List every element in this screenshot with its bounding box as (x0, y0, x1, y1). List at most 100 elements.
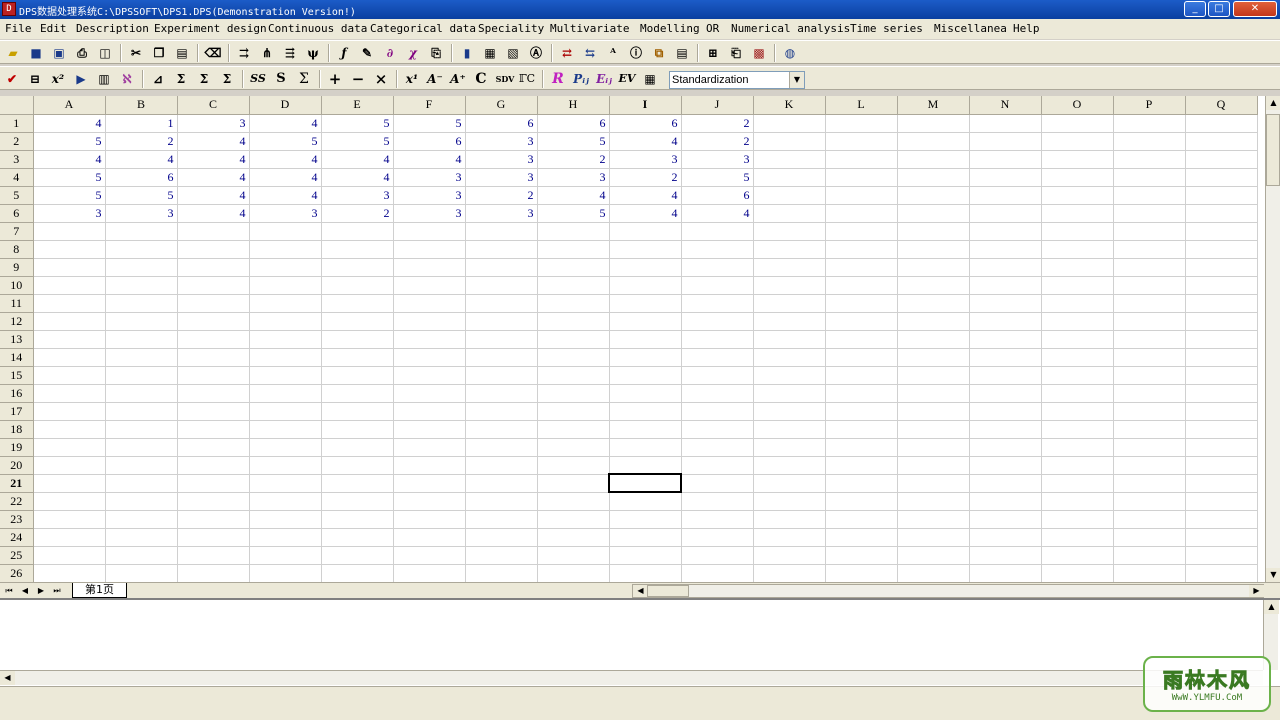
cell[interactable] (609, 330, 682, 349)
cell[interactable]: 2 (681, 132, 754, 151)
cell[interactable] (537, 258, 610, 277)
cell[interactable]: 3 (465, 204, 538, 223)
cell[interactable] (321, 528, 394, 547)
cell[interactable] (753, 366, 826, 385)
cell[interactable]: 3 (393, 168, 466, 187)
menu-modelling[interactable]: Modelling (640, 22, 700, 35)
cell[interactable] (753, 402, 826, 421)
cell[interactable] (537, 420, 610, 439)
row-header[interactable]: 5 (0, 186, 34, 205)
cell[interactable] (825, 474, 898, 493)
cell[interactable] (249, 546, 322, 565)
print-preview-icon[interactable]: ◫ (96, 44, 114, 62)
cell[interactable] (465, 402, 538, 421)
cell[interactable]: 4 (681, 204, 754, 223)
cell[interactable] (1185, 438, 1258, 457)
cell[interactable] (177, 312, 250, 331)
cell[interactable]: 4 (105, 150, 178, 169)
cell[interactable] (249, 348, 322, 367)
menu-multivariate[interactable]: Multivariate (550, 22, 629, 35)
cell[interactable] (177, 366, 250, 385)
cell[interactable] (609, 348, 682, 367)
cell[interactable] (897, 474, 970, 493)
cell[interactable] (969, 132, 1042, 151)
cell[interactable]: 2 (609, 168, 682, 187)
cell[interactable] (321, 294, 394, 313)
cell[interactable] (681, 474, 754, 493)
cell[interactable] (1041, 384, 1114, 403)
cell[interactable] (1185, 114, 1258, 133)
cell[interactable] (753, 276, 826, 295)
menu-help[interactable]: Help (1013, 22, 1040, 35)
ev-icon[interactable]: EV (618, 70, 636, 88)
branch-icon[interactable]: ψ (304, 44, 322, 62)
cell[interactable] (753, 348, 826, 367)
cell[interactable] (681, 384, 754, 403)
cell[interactable] (681, 564, 754, 582)
cell[interactable]: 4 (33, 150, 106, 169)
cell[interactable]: 5 (393, 114, 466, 133)
swap-rows-icon[interactable]: ⇄ (558, 44, 576, 62)
cell[interactable] (177, 456, 250, 475)
row-header[interactable]: 13 (0, 330, 34, 349)
c-icon[interactable]: C (472, 70, 490, 88)
cell[interactable] (609, 546, 682, 565)
cell[interactable] (321, 402, 394, 421)
cell[interactable] (393, 438, 466, 457)
scroll-left-icon[interactable]: ◀ (0, 671, 15, 685)
save-icon[interactable]: ■ (27, 44, 45, 62)
row-header[interactable]: 18 (0, 420, 34, 439)
table-chart-icon[interactable]: ▦ (481, 44, 499, 62)
scroll-thumb[interactable] (647, 585, 689, 597)
cell[interactable] (1185, 294, 1258, 313)
export-icon[interactable]: ⎘ (427, 44, 445, 62)
cell[interactable] (1041, 276, 1114, 295)
cell[interactable] (249, 312, 322, 331)
cell[interactable] (753, 132, 826, 151)
cell[interactable] (609, 384, 682, 403)
cell[interactable] (969, 438, 1042, 457)
cell[interactable] (825, 312, 898, 331)
minimize-button[interactable]: _ (1184, 1, 1206, 17)
xy-icon[interactable]: χ (404, 44, 422, 62)
cell[interactable] (177, 474, 250, 493)
cell[interactable] (1041, 528, 1114, 547)
cell[interactable] (825, 168, 898, 187)
cell[interactable] (609, 240, 682, 259)
cell[interactable]: 4 (609, 132, 682, 151)
column-header-c[interactable]: C (177, 96, 250, 115)
cell[interactable] (1113, 564, 1186, 582)
cell[interactable] (537, 348, 610, 367)
cell[interactable] (1041, 114, 1114, 133)
cell[interactable] (1041, 420, 1114, 439)
cell[interactable] (249, 402, 322, 421)
cell[interactable] (537, 402, 610, 421)
cell[interactable] (1041, 348, 1114, 367)
cell[interactable] (969, 168, 1042, 187)
cell[interactable] (897, 510, 970, 529)
cell[interactable] (321, 312, 394, 331)
cell[interactable] (753, 510, 826, 529)
cell[interactable] (1185, 366, 1258, 385)
cell[interactable]: 4 (177, 150, 250, 169)
column-header-k[interactable]: K (753, 96, 826, 115)
print-icon[interactable]: ⎙ (73, 44, 91, 62)
cell[interactable] (177, 420, 250, 439)
cell[interactable] (321, 240, 394, 259)
column-header-f[interactable]: F (393, 96, 466, 115)
cell[interactable] (393, 384, 466, 403)
cell[interactable] (969, 492, 1042, 511)
cell[interactable]: 3 (393, 204, 466, 223)
select-all-corner[interactable] (0, 96, 34, 115)
column-header-l[interactable]: L (825, 96, 898, 115)
cell[interactable] (1041, 312, 1114, 331)
cell[interactable] (753, 150, 826, 169)
cell[interactable] (393, 528, 466, 547)
cell[interactable]: 2 (465, 186, 538, 205)
row-header[interactable]: 23 (0, 510, 34, 529)
cell[interactable] (897, 204, 970, 223)
cell[interactable] (609, 258, 682, 277)
row-header[interactable]: 24 (0, 528, 34, 547)
cell[interactable] (825, 510, 898, 529)
cell[interactable] (1113, 150, 1186, 169)
